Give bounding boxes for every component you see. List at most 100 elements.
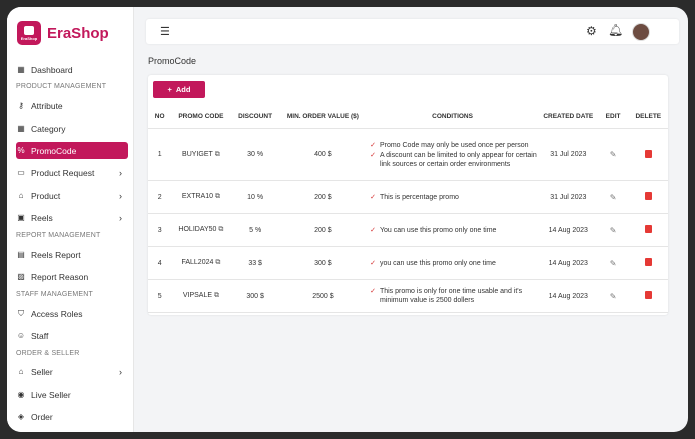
sidebar-item-label: Access Roles — [31, 308, 83, 319]
check-icon: ✓ — [370, 288, 376, 295]
hamburger-menu-icon[interactable]: ☰ — [160, 25, 170, 38]
table-row: 2 EXTRA10 ⧉ 10 % 200 $ ✓ This is percentag… — [148, 180, 668, 214]
sidebar-item-access-roles[interactable]: ⛉ Access Roles — [16, 305, 128, 322]
box-icon: ◈ — [17, 412, 25, 421]
sidebar-item-reels[interactable]: ▣ Reels › — [16, 209, 128, 226]
table-header-row: NO PROMO CODE DISCOUNT MIN. ORDER VALUE … — [148, 104, 668, 129]
chevron-right-icon: › — [119, 212, 122, 223]
plus-icon: + — [167, 85, 172, 94]
broadcast-icon: ◉ — [17, 390, 25, 399]
sidebar-item-label: Reels Report — [31, 249, 81, 260]
table-row: 3 HOLIDAY50 ⧉ 5 % 200 $ ✓ You can use this… — [148, 213, 668, 247]
sidebar-item-reels-report[interactable]: ▤ Reels Report — [16, 246, 128, 263]
image-icon: ▨ — [17, 272, 25, 281]
edit-pencil-icon[interactable]: ✎ — [610, 226, 617, 235]
avatar[interactable] — [632, 23, 650, 41]
brand-name: EraShop — [47, 24, 109, 42]
shield-icon: ⛉ — [18, 308, 24, 318]
page-title: PromoCode — [148, 56, 197, 66]
table-icon: ▦ — [17, 124, 25, 133]
sidebar-item-product-request[interactable]: ▭ Product Request › — [16, 164, 128, 181]
sidebar-item-label: Staff — [31, 330, 49, 341]
sidebar-item-label: Product Request — [31, 167, 95, 178]
chevron-right-icon: › — [119, 366, 122, 377]
sidebar-item-label: Product — [31, 190, 61, 201]
section-product-management: PRODUCT MANAGEMENT — [16, 83, 107, 90]
sidebar-item-staff[interactable]: ☺ Staff — [16, 327, 128, 344]
sidebar-item-promocode[interactable]: % PromoCode — [16, 142, 128, 159]
edit-pencil-icon[interactable]: ✎ — [610, 193, 617, 202]
check-icon: ✓ — [370, 259, 376, 267]
sidebar-item-label: Dashboard — [31, 64, 73, 75]
sidebar-item-label: Attribute — [31, 100, 63, 111]
edit-pencil-icon[interactable]: ✎ — [610, 259, 617, 268]
logo-text: EraShop — [20, 36, 38, 41]
table-row: 5 VIPSALE ⧉ 300 $ 2500 $ ✓ This promo is o… — [148, 279, 668, 313]
header-created-date: CREATED DATE — [539, 104, 598, 129]
percent-icon: % — [17, 146, 25, 155]
sidebar-item-label: Category — [31, 123, 66, 134]
delete-trash-icon[interactable] — [644, 291, 652, 299]
store-icon: ⌂ — [18, 367, 24, 376]
sidebar-item-label: Report Reason — [31, 271, 89, 282]
header-promo-code: PROMO CODE — [171, 104, 231, 129]
copy-icon[interactable]: ⧉ — [214, 292, 219, 299]
chevron-right-icon: › — [119, 167, 122, 178]
sidebar-item-order[interactable]: ◈ Order — [16, 408, 128, 425]
check-icon: ✓ — [370, 141, 376, 149]
header-delete: DELETE — [628, 104, 668, 129]
sidebar-item-seller[interactable]: ⌂ Seller › — [16, 363, 128, 380]
sidebar-item-label: Live Seller — [31, 389, 71, 400]
table-row: 4 FALL2024 ⧉ 33 $ 300 $ ✓ you can use this… — [148, 246, 668, 280]
header-no: NO — [148, 104, 172, 129]
sidebar-item-category[interactable]: ▦ Category — [16, 120, 128, 137]
basket-icon: ⌂ — [18, 191, 24, 200]
header-conditions: CONDITIONS — [366, 104, 540, 129]
header-min-order: MIN. ORDER VALUE ($) — [279, 104, 367, 129]
edit-pencil-icon[interactable]: ✎ — [610, 292, 617, 301]
edit-pencil-icon[interactable]: ✎ — [610, 150, 617, 159]
delete-trash-icon[interactable] — [644, 225, 652, 233]
promocode-table: NO PROMO CODE DISCOUNT MIN. ORDER VALUE … — [148, 104, 668, 313]
bell-icon[interactable]: 🔔︎ — [608, 23, 623, 37]
table-row: 1 BUYIGET ⧉ 30 % 400 $ ✓ Promo Code may on… — [148, 128, 668, 181]
header-discount: DISCOUNT — [230, 104, 280, 129]
sidebar-item-label: Reels — [31, 212, 53, 223]
copy-icon[interactable]: ⧉ — [215, 259, 220, 266]
sidebar-item-live-seller[interactable]: ◉ Live Seller — [16, 386, 128, 403]
check-icon: ✓ — [370, 193, 376, 201]
brand[interactable]: EraShop EraShop — [17, 21, 109, 45]
sidebar-item-product[interactable]: ⌂ Product › — [16, 187, 128, 204]
users-icon: ☺ — [16, 331, 26, 340]
grid-icon: ▦ — [17, 65, 25, 74]
sidebar-item-label: Order — [31, 411, 53, 422]
add-promocode-button[interactable]: + Add — [153, 81, 205, 98]
cart-icon: ▭ — [17, 168, 25, 177]
header-edit: EDIT — [597, 104, 629, 129]
doc-icon: ▤ — [17, 250, 25, 259]
copy-icon[interactable]: ⧉ — [218, 226, 223, 233]
sidebar-item-label: Seller — [31, 366, 53, 377]
check-icon: ✓ — [370, 151, 376, 159]
app-window: EraShop EraShop ▦ Dashboard PRODUCT MANA… — [7, 7, 688, 432]
delete-trash-icon[interactable] — [644, 192, 652, 200]
sidebar-item-dashboard[interactable]: ▦ Dashboard — [16, 61, 128, 78]
sidebar-item-attribute[interactable]: ⚷ Attribute — [16, 97, 128, 114]
sidebar-item-label: PromoCode — [31, 145, 77, 156]
copy-icon[interactable]: ⧉ — [215, 151, 220, 158]
film-icon: ▣ — [17, 213, 25, 222]
section-order-seller: ORDER & SELLER — [16, 350, 80, 357]
promocode-card: + Add NO PROMO CODE DISCOUNT MIN. ORDER … — [148, 75, 668, 315]
check-icon: ✓ — [370, 226, 376, 234]
top-bar: ☰ ⚙ 🔔︎ — [146, 19, 679, 44]
sidebar: EraShop EraShop ▦ Dashboard PRODUCT MANA… — [7, 7, 134, 432]
gear-icon[interactable]: ⚙ — [586, 24, 597, 38]
delete-trash-icon[interactable] — [644, 149, 652, 158]
key-icon: ⚷ — [18, 101, 24, 110]
section-report-management: REPORT MANAGEMENT — [16, 232, 101, 239]
delete-trash-icon[interactable] — [644, 258, 652, 266]
chevron-right-icon: › — [119, 190, 122, 201]
copy-icon[interactable]: ⧉ — [215, 193, 220, 200]
sidebar-item-report-reason[interactable]: ▨ Report Reason — [16, 268, 128, 285]
shop-bag-logo-icon: EraShop — [17, 21, 41, 45]
